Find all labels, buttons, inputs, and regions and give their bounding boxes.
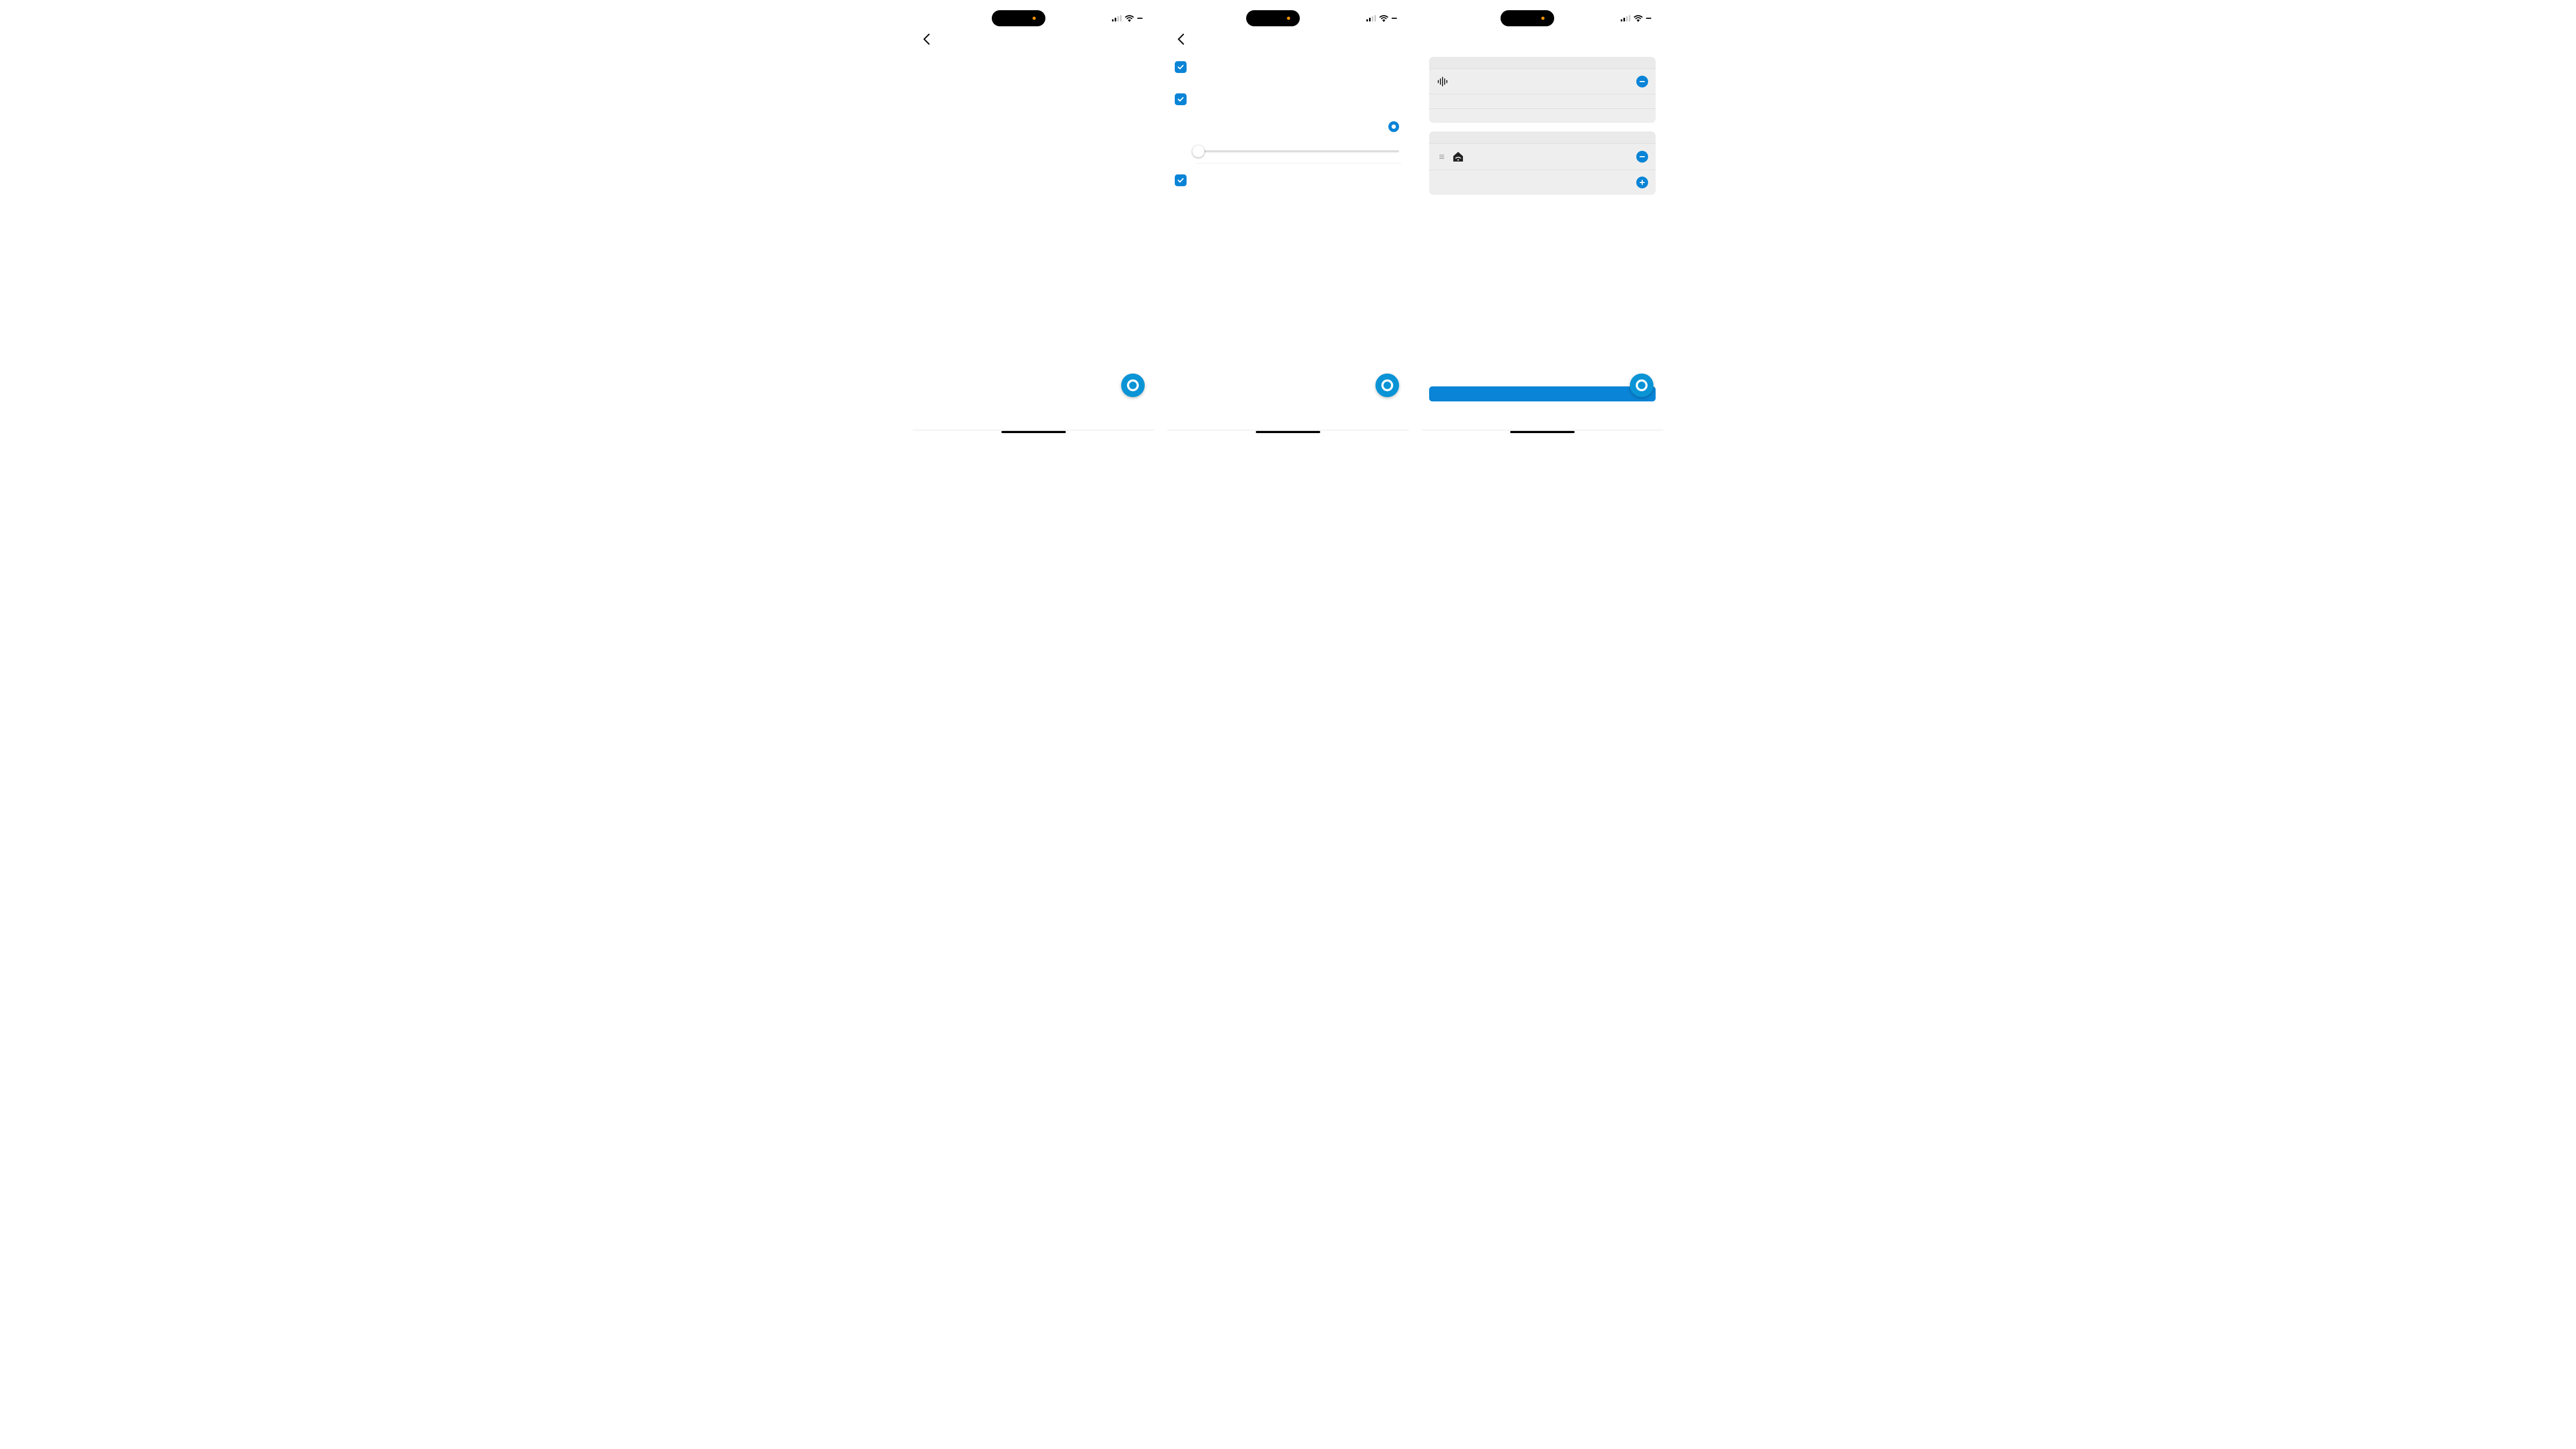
wifi-icon (1125, 15, 1134, 22)
status-bar (913, 5, 1154, 29)
trigger-row[interactable] (1429, 69, 1656, 94)
nav-header (913, 29, 1154, 53)
status-bar (1167, 5, 1409, 29)
colour-checkbox-row[interactable] (1175, 164, 1401, 194)
dynamic-island (992, 10, 1045, 26)
wifi-icon (1379, 15, 1388, 22)
alexa-fab[interactable] (1375, 374, 1399, 397)
alexa-fab[interactable] (1630, 374, 1653, 397)
back-button[interactable] (923, 33, 944, 45)
dynamic-island (1501, 10, 1554, 26)
screen-light-config (1167, 5, 1409, 435)
nav-header (1167, 29, 1409, 53)
battery-badge (1646, 18, 1651, 19)
home-indicator[interactable] (1510, 431, 1575, 433)
radio-selected-icon (1388, 121, 1399, 132)
when-card (1429, 57, 1656, 123)
checkbox-checked-icon (1175, 93, 1187, 105)
alexa-fab[interactable] (1121, 374, 1145, 397)
battery-badge (1392, 18, 1397, 19)
nav-header (1422, 29, 1663, 41)
wifi-icon (1634, 15, 1643, 22)
actions-header (1429, 131, 1656, 143)
power-checkbox-row[interactable] (1175, 53, 1401, 80)
colour-value-row[interactable] (1175, 194, 1401, 226)
actions-card: ≡ + (1429, 131, 1656, 195)
smart-home-icon (1452, 150, 1465, 163)
add-action-button[interactable]: + (1636, 177, 1648, 188)
action-row[interactable]: ≡ (1429, 143, 1656, 170)
drag-handle-icon[interactable]: ≡ (1437, 151, 1445, 163)
schedule-row[interactable] (1429, 94, 1656, 108)
cellular-icon (1112, 15, 1122, 21)
home-indicator[interactable] (1256, 431, 1320, 433)
save-button[interactable] (1429, 386, 1656, 401)
dynamic-island (1246, 10, 1300, 26)
colour-swatch (1197, 201, 1214, 218)
start-row[interactable] (1429, 108, 1656, 123)
sound-wave-icon (1437, 77, 1448, 86)
checkbox-checked-icon (1175, 174, 1187, 186)
cellular-icon (1621, 15, 1630, 21)
screen-lights-list (913, 5, 1154, 435)
brightness-checkbox-row[interactable] (1175, 80, 1401, 113)
alexa-icon (1127, 379, 1139, 391)
remove-trigger-button[interactable] (1636, 76, 1648, 87)
cellular-icon (1366, 15, 1376, 21)
brightness-slider[interactable] (1196, 141, 1401, 163)
checkbox-checked-icon (1175, 61, 1187, 73)
add-action-row[interactable]: + (1429, 170, 1656, 195)
when-header (1429, 57, 1656, 69)
battery-badge (1137, 18, 1143, 19)
home-indicator[interactable] (1001, 431, 1066, 433)
alexa-icon (1636, 379, 1648, 391)
back-button[interactable] (1177, 33, 1198, 45)
screen-new-routine: ≡ + (1422, 5, 1663, 435)
remove-action-button[interactable] (1636, 151, 1648, 163)
set-brightness-row[interactable] (1196, 113, 1401, 141)
alexa-icon (1381, 379, 1393, 391)
status-bar (1422, 5, 1663, 29)
